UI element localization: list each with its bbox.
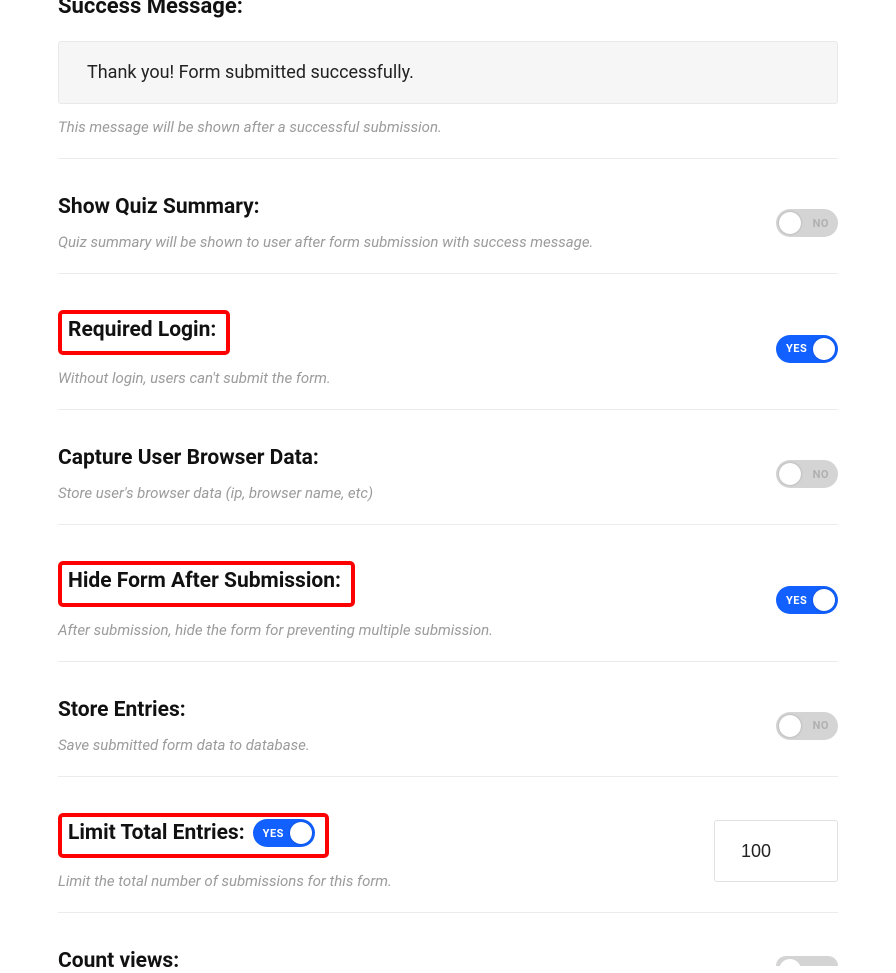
toggle-knob [813,338,835,360]
setting-store-entries: Store Entries: Save submitted form data … [58,662,838,777]
setting-limit-total-entries: Limit Total Entries: YES Limit the total… [58,777,838,913]
toggle-capture-browser-data[interactable]: NO [776,460,838,488]
toggle-knob [290,822,312,844]
toggle-label: YES [786,594,807,607]
toggle-label: NO [813,217,829,230]
setting-title: Required Login: [68,316,216,345]
setting-help: Without login, users can't submit the fo… [58,369,756,387]
limit-total-entries-input[interactable] [714,820,838,882]
setting-title: Capture User Browser Data: [58,446,756,470]
toggle-count-views[interactable] [776,956,838,966]
toggle-label: NO [813,719,829,732]
toggle-show-quiz-summary[interactable]: NO [776,209,838,237]
toggle-limit-total-entries[interactable]: YES [253,819,315,847]
highlight-box: Required Login: [58,310,230,355]
setting-hide-form-after-submission: Hide Form After Submission: After submis… [58,525,838,661]
toggle-label: NO [813,468,829,481]
setting-title: Show Quiz Summary: [58,195,756,219]
highlight-box: Limit Total Entries: YES [58,813,329,858]
toggle-knob [779,463,801,485]
setting-help: Save submitted form data to database. [58,736,756,754]
setting-help: Store user's browser data (ip, browser n… [58,484,756,502]
toggle-store-entries[interactable]: NO [776,712,838,740]
highlight-box: Hide Form After Submission: [58,561,355,606]
setting-title: Store Entries: [58,698,756,722]
success-message-help: This message will be shown after a succe… [58,118,838,136]
toggle-label: YES [786,342,807,355]
toggle-knob [779,715,801,737]
setting-count-views: Count views: [58,913,838,973]
setting-title: Limit Total Entries: [68,819,245,848]
toggle-knob [779,212,801,234]
setting-help: After submission, hide the form for prev… [58,621,756,639]
setting-show-quiz-summary: Show Quiz Summary: Quiz summary will be … [58,159,838,274]
success-message-input[interactable]: Thank you! Form submitted successfully. [58,41,838,104]
setting-title: Count views: [58,949,756,973]
toggle-knob [813,589,835,611]
setting-help: Limit the total number of submissions fo… [58,872,694,890]
setting-title: Hide Form After Submission: [68,567,341,596]
success-message-title: Success Message: [58,0,838,19]
setting-required-login: Required Login: Without login, users can… [58,274,838,410]
toggle-hide-form-after-submission[interactable]: YES [776,586,838,614]
setting-help: Quiz summary will be shown to user after… [58,233,756,251]
toggle-required-login[interactable]: YES [776,335,838,363]
toggle-label: YES [263,826,284,841]
setting-capture-browser-data: Capture User Browser Data: Store user's … [58,410,838,525]
success-message-section: Success Message: Thank you! Form submitt… [58,0,838,159]
toggle-knob [779,959,801,966]
